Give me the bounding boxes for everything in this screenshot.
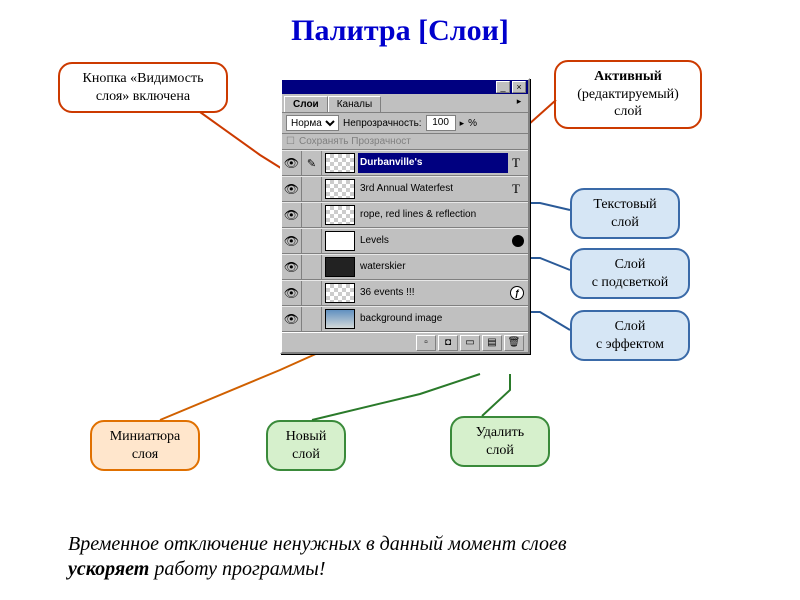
layer-row[interactable]: 👁 waterskier [282, 254, 528, 280]
visibility-toggle[interactable]: 👁 [282, 281, 302, 305]
layer-row[interactable]: 👁 Levels [282, 228, 528, 254]
text: слой [292, 447, 320, 462]
text: Кнопка «Видимость [83, 71, 204, 86]
layer-row[interactable]: 👁 background image [282, 306, 528, 332]
layer-name[interactable]: 36 events !!! [358, 283, 510, 303]
layer-name[interactable]: Levels [358, 231, 512, 251]
adjustment-dot-icon [512, 235, 524, 247]
layer-row[interactable]: 👁 3rd Annual WaterfestT [282, 176, 528, 202]
text: Миниатюра [110, 429, 181, 444]
text: (редактируемый) [577, 87, 679, 102]
text: слой [486, 443, 514, 458]
text: слой [611, 215, 639, 230]
text-layer-badge: T [508, 181, 524, 197]
checkbox-icon: ☐ [286, 136, 295, 147]
layer-row[interactable]: 👁✎ Durbanville'sT [282, 150, 528, 176]
opacity-label: Непрозрачность: [343, 118, 422, 129]
visibility-toggle[interactable]: 👁 [282, 151, 302, 175]
text: Слой [615, 257, 646, 272]
text: Удалить [476, 425, 524, 440]
layers-list: 👁✎Durbanville'sT👁3rd Annual WaterfestT👁r… [282, 150, 528, 332]
callout-active: Активный (редактируемый) слой [554, 60, 702, 129]
edit-cell[interactable] [302, 177, 322, 201]
opacity-pct: % [468, 118, 477, 129]
preserve-transparency[interactable]: ☐ Сохранять Прозрачност [282, 134, 528, 150]
callout-delete-layer: Удалить слой [450, 416, 550, 467]
tab-layers[interactable]: Слои [284, 96, 328, 112]
layer-name[interactable]: background image [358, 309, 528, 329]
text: Временное отключение ненужных в данный м… [68, 533, 567, 555]
layer-thumbnail[interactable] [325, 309, 355, 329]
text: с эффектом [596, 337, 664, 352]
layer-row[interactable]: 👁 rope, red lines & reflection [282, 202, 528, 228]
effects-badge: ƒ [510, 286, 524, 300]
text: слоя» включена [96, 89, 190, 104]
edit-cell[interactable]: ✎ [302, 151, 322, 175]
visibility-toggle[interactable]: 👁 [282, 177, 302, 201]
panel-controls: Норма Непрозрачность: 100 ▸ % [282, 113, 528, 134]
footer-btn-folder[interactable]: ▭ [460, 335, 480, 351]
blend-mode-select[interactable]: Норма [286, 115, 339, 131]
layer-name[interactable]: 3rd Annual Waterfest [358, 179, 508, 199]
text: Активный [594, 69, 662, 84]
layer-thumbnail[interactable] [325, 257, 355, 277]
layer-name[interactable]: waterskier [358, 257, 528, 277]
text: с подсветкой [592, 275, 669, 290]
footer-btn-1[interactable]: ▫ [416, 335, 436, 351]
footnote: Временное отключение ненужных в данный м… [68, 532, 728, 582]
visibility-toggle[interactable]: 👁 [282, 203, 302, 227]
callout-effect-layer: Слой с эффектом [570, 310, 690, 361]
visibility-toggle[interactable]: 👁 [282, 229, 302, 253]
layer-row[interactable]: 👁 36 events !!!ƒ [282, 280, 528, 306]
callout-new-layer: Новый слой [266, 420, 346, 471]
text: Слой [615, 319, 646, 334]
text: слоя [132, 447, 158, 462]
layer-thumbnail[interactable] [325, 283, 355, 303]
new-layer-button[interactable]: ▤ [482, 335, 502, 351]
panel-menu-icon[interactable]: ▸ [512, 96, 526, 112]
layers-panel: _ × Слои Каналы ▸ Норма Непрозрачность: … [280, 78, 530, 354]
panel-footer: ▫ ◘ ▭ ▤ 🗑 [282, 332, 528, 352]
callout-highlight-layer: Слой с подсветкой [570, 248, 690, 299]
visibility-toggle[interactable]: 👁 [282, 307, 302, 331]
delete-layer-button[interactable]: 🗑 [504, 335, 524, 351]
visibility-toggle[interactable]: 👁 [282, 255, 302, 279]
panel-titlebar: _ × [282, 80, 528, 94]
tab-channels[interactable]: Каналы [328, 96, 382, 112]
opacity-field[interactable]: 100 [426, 115, 456, 131]
layer-name[interactable]: Durbanville's [358, 153, 508, 173]
layer-thumbnail[interactable] [325, 153, 355, 173]
panel-tabs: Слои Каналы ▸ [282, 94, 528, 113]
callout-thumbnail: Миниатюра слоя [90, 420, 200, 471]
text: Текстовый [593, 197, 656, 212]
edit-cell[interactable] [302, 255, 322, 279]
edit-cell[interactable] [302, 307, 322, 331]
layer-thumbnail[interactable] [325, 179, 355, 199]
page-title: Палитра [Слои] [0, 0, 800, 48]
text: слой [614, 104, 642, 119]
preserve-label: Сохранять Прозрачност [299, 136, 411, 147]
callout-visibility: Кнопка «Видимость слоя» включена [58, 62, 228, 113]
edit-cell[interactable] [302, 281, 322, 305]
footer-btn-mask[interactable]: ◘ [438, 335, 458, 351]
callout-text-layer: Текстовый слой [570, 188, 680, 239]
close-button[interactable]: × [512, 81, 526, 93]
edit-cell[interactable] [302, 203, 322, 227]
text: работу программы! [149, 558, 325, 580]
edit-cell[interactable] [302, 229, 322, 253]
opacity-arrow-icon[interactable]: ▸ [460, 118, 465, 129]
minimize-button[interactable]: _ [496, 81, 510, 93]
text-layer-badge: T [508, 155, 524, 171]
text: Новый [286, 429, 327, 444]
text: ускоряет [68, 558, 149, 580]
layer-thumbnail[interactable] [325, 231, 355, 251]
layer-thumbnail[interactable] [325, 205, 355, 225]
layer-name[interactable]: rope, red lines & reflection [358, 205, 528, 225]
